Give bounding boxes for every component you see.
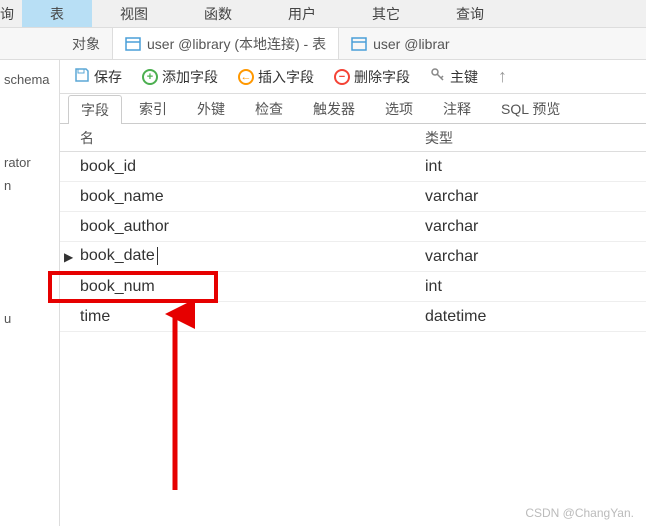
- field-type-cell[interactable]: varchar: [425, 248, 646, 266]
- insert-field-button[interactable]: ← 插入字段: [232, 65, 320, 89]
- field-type-cell[interactable]: int: [425, 158, 646, 176]
- field-name-cell[interactable]: book_id: [80, 158, 425, 176]
- tab-bar: 对象 user @library (本地连接) - 表 user @librar: [0, 28, 646, 60]
- sidebar: schema rator n u: [0, 60, 60, 526]
- primary-key-label: 主键: [450, 67, 478, 87]
- field-type-cell[interactable]: int: [425, 278, 646, 296]
- primary-key-button[interactable]: 主键: [424, 65, 484, 89]
- minus-icon: −: [334, 69, 350, 85]
- tab-label-user-library-2: user @librar: [373, 36, 449, 52]
- tab-user-library[interactable]: user @library (本地连接) - 表: [112, 28, 339, 59]
- field-name-cell[interactable]: book_name: [80, 188, 425, 206]
- field-name-cell[interactable]: book_author: [80, 218, 425, 236]
- tab-objects[interactable]: 对象: [60, 28, 112, 59]
- toolbar: 保存 + 添加字段 ← 插入字段 − 删除字段 主键 ↑: [60, 60, 646, 94]
- add-field-label: 添加字段: [162, 67, 218, 87]
- sub-tab-fk[interactable]: 外键: [184, 94, 238, 123]
- table-row[interactable]: book_idint: [60, 152, 646, 182]
- field-name-cell[interactable]: book_num: [80, 278, 425, 296]
- sub-tab-trigger[interactable]: 触发器: [300, 94, 368, 123]
- sub-tab-fields[interactable]: 字段: [68, 95, 122, 124]
- table-row[interactable]: timedatetime: [60, 302, 646, 332]
- table-row[interactable]: ▶ book_datevarchar: [60, 242, 646, 272]
- sidebar-item[interactable]: u: [4, 307, 55, 330]
- delete-field-button[interactable]: − 删除字段: [328, 65, 416, 89]
- menu-item-query-partial[interactable]: 询: [0, 0, 22, 27]
- arrow-left-icon: ←: [238, 69, 254, 85]
- edit-cursor: [157, 247, 158, 265]
- field-name-cell[interactable]: book_date: [80, 247, 425, 265]
- menu-item-view[interactable]: 视图: [92, 0, 176, 27]
- sidebar-item[interactable]: n: [4, 174, 55, 197]
- sub-tab-sql-preview[interactable]: SQL 预览: [488, 94, 573, 123]
- table-icon: [125, 36, 141, 52]
- sidebar-item[interactable]: rator: [4, 151, 55, 174]
- table-row[interactable]: book_numint: [60, 272, 646, 302]
- row-marker-icon: ▶: [64, 250, 73, 264]
- main-area: 保存 + 添加字段 ← 插入字段 − 删除字段 主键 ↑ 字段 索引 外键 检查…: [60, 60, 646, 526]
- insert-field-label: 插入字段: [258, 67, 314, 87]
- add-field-button[interactable]: + 添加字段: [136, 65, 224, 89]
- field-type-cell[interactable]: varchar: [425, 188, 646, 206]
- field-table-header: 名 类型: [60, 124, 646, 152]
- field-type-cell[interactable]: varchar: [425, 218, 646, 236]
- menu-item-table[interactable]: 表: [22, 0, 92, 27]
- watermark: CSDN @ChangYan.: [525, 506, 634, 520]
- save-button[interactable]: 保存: [68, 65, 128, 89]
- tab-user-library-2[interactable]: user @librar: [339, 28, 461, 59]
- table-row[interactable]: book_authorvarchar: [60, 212, 646, 242]
- sub-tab-index[interactable]: 索引: [126, 94, 180, 123]
- header-type: 类型: [425, 128, 646, 148]
- arrow-up-icon: ↑: [498, 66, 507, 87]
- key-icon: [430, 67, 446, 86]
- sub-tabs: 字段 索引 外键 检查 触发器 选项 注释 SQL 预览: [60, 94, 646, 124]
- table-icon: [351, 36, 367, 52]
- sub-tab-check[interactable]: 检查: [242, 94, 296, 123]
- delete-field-label: 删除字段: [354, 67, 410, 87]
- tab-label-user-library: user @library (本地连接) - 表: [147, 34, 326, 54]
- save-label: 保存: [94, 67, 122, 87]
- tab-label-objects: 对象: [72, 34, 100, 54]
- top-menu-bar: 询 表 视图 函数 用户 其它 查询: [0, 0, 646, 28]
- field-type-cell[interactable]: datetime: [425, 308, 646, 326]
- plus-icon: +: [142, 69, 158, 85]
- header-name: 名: [80, 128, 425, 148]
- save-icon: [74, 67, 90, 86]
- table-row[interactable]: book_namevarchar: [60, 182, 646, 212]
- menu-item-user[interactable]: 用户: [260, 0, 344, 27]
- menu-item-query[interactable]: 查询: [428, 0, 512, 27]
- menu-item-function[interactable]: 函数: [176, 0, 260, 27]
- sub-tab-options[interactable]: 选项: [372, 94, 426, 123]
- menu-item-other[interactable]: 其它: [344, 0, 428, 27]
- sidebar-item[interactable]: schema: [4, 68, 55, 91]
- field-table-body: book_idintbook_namevarcharbook_authorvar…: [60, 152, 646, 332]
- sub-tab-comment[interactable]: 注释: [430, 94, 484, 123]
- move-up-button[interactable]: ↑: [492, 64, 513, 89]
- field-name-cell[interactable]: time: [80, 308, 425, 326]
